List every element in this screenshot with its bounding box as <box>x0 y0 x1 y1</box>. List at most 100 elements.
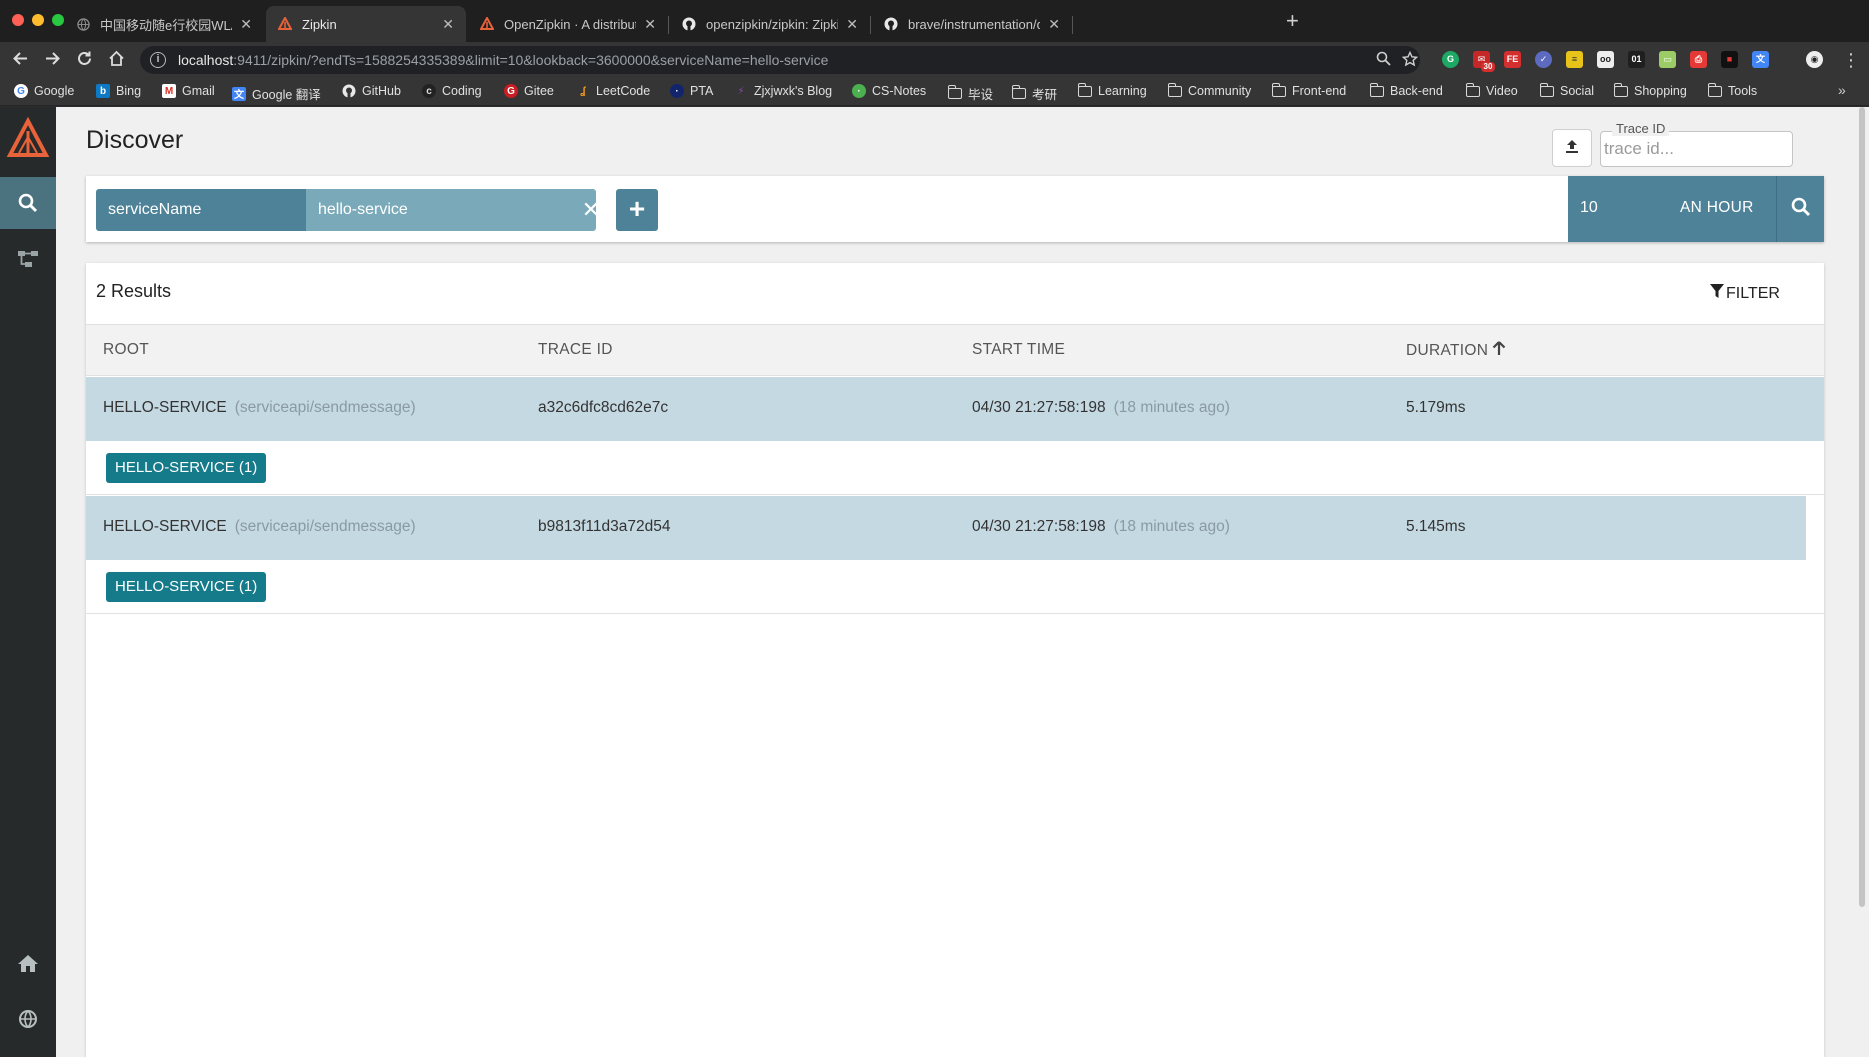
print-extension-icon[interactable]: ⎙ <box>1690 51 1707 68</box>
bookmark-star-icon[interactable] <box>1401 50 1419 71</box>
bookmark-bing[interactable]: b Bing <box>96 84 141 98</box>
bookmark-label: LeetCode <box>596 84 651 98</box>
bookmark-pta[interactable]: · PTA <box>670 84 713 98</box>
limit-lookback-selector[interactable]: 10 AN HOUR <box>1568 176 1776 242</box>
tab-close-icon[interactable]: ✕ <box>644 16 656 33</box>
add-criteria-button[interactable]: + <box>616 189 658 231</box>
criteria-key-chip[interactable]: serviceName <box>96 189 306 231</box>
trace-id-input[interactable] <box>1602 134 1790 164</box>
close-icon[interactable]: ✕ <box>576 189 606 231</box>
cube-extension-icon[interactable]: ■ <box>1721 51 1738 68</box>
oo-extension-icon[interactable]: oo <box>1597 51 1614 68</box>
site-info-icon[interactable]: i <box>150 52 166 68</box>
column-header-root[interactable]: ROOT <box>103 341 149 359</box>
bookmark-cs-notes[interactable]: · CS-Notes <box>852 84 926 98</box>
sidebar-item-discover[interactable] <box>0 177 56 229</box>
zoom-icon[interactable] <box>1376 51 1391 70</box>
translate-extension-icon[interactable]: 文 <box>1752 51 1769 68</box>
zipkin-logo[interactable] <box>6 116 50 161</box>
filter-button[interactable]: FILTER <box>1710 283 1780 304</box>
trace-row[interactable]: HELLO-SERVICE (serviceapi/sendmessage) b9… <box>86 496 1806 560</box>
home-icon[interactable] <box>108 50 125 70</box>
bookmark-gitee[interactable]: G Gitee <box>504 84 554 98</box>
start-time-relative: (18 minutes ago) <box>1113 518 1230 535</box>
browser-tab[interactable]: brave/instrumentation/dubbo-r ✕ <box>872 6 1072 42</box>
criteria-value-chip[interactable]: hello-service <box>306 189 596 231</box>
upload-json-button[interactable] <box>1552 129 1592 167</box>
browser-menu-icon[interactable]: ⋮ <box>1842 50 1860 71</box>
bookmark-folder[interactable]: Shopping <box>1613 82 1687 98</box>
bookmark-coding[interactable]: c Coding <box>422 84 482 98</box>
fe-extension-icon[interactable]: FE <box>1504 51 1521 68</box>
browser-toolbar: i localhost:9411/zipkin/?endTs=158825433… <box>0 42 1869 78</box>
tab-close-icon[interactable]: ✕ <box>240 16 252 33</box>
bookmark-blog[interactable]: ⚡ Zjxjwxk's Blog <box>734 84 832 98</box>
sidebar-item-language[interactable] <box>0 993 56 1045</box>
scrollbar-thumb[interactable] <box>1859 107 1865 907</box>
maximize-window-button[interactable] <box>52 14 64 26</box>
bookmark-folder[interactable]: 毕设 <box>947 84 993 103</box>
address-bar[interactable]: i localhost:9411/zipkin/?endTs=158825433… <box>140 46 1420 74</box>
bookmark-folder[interactable]: Front-end <box>1271 82 1346 98</box>
lookback-value[interactable]: AN HOUR <box>1680 199 1754 217</box>
profile-avatar-icon[interactable]: ◉ <box>1806 51 1823 68</box>
start-time-cell: 04/30 21:27:58:198 (18 minutes ago) <box>972 399 1230 417</box>
notes-extension-icon[interactable]: ≡ <box>1566 51 1583 68</box>
bookmark-github[interactable]: GitHub <box>342 84 401 98</box>
column-header-trace-id[interactable]: TRACE ID <box>538 341 613 359</box>
service-badge[interactable]: HELLO-SERVICE (1) <box>106 453 267 483</box>
tab-close-icon[interactable]: ✕ <box>1048 16 1060 33</box>
binary-extension-icon[interactable]: 01 <box>1628 51 1645 68</box>
service-badge[interactable]: HELLO-SERVICE (1) <box>106 572 267 602</box>
gitee-icon: G <box>504 84 518 98</box>
run-search-button[interactable] <box>1776 176 1824 242</box>
folder-icon <box>1613 82 1628 97</box>
bookmark-folder[interactable]: Social <box>1539 82 1594 98</box>
check-extension-icon[interactable]: ✓ <box>1535 51 1552 68</box>
globe-icon <box>76 17 90 31</box>
close-window-button[interactable] <box>12 14 24 26</box>
new-tab-button[interactable]: + <box>1286 10 1299 32</box>
tab-close-icon[interactable]: ✕ <box>846 16 858 33</box>
browser-tab[interactable]: 中国移动随e行校园WLAN业务 ✕ <box>64 6 264 42</box>
bookmark-google-translate[interactable]: 文 Google 翻译 <box>232 84 321 103</box>
bookmark-leetcode[interactable]: ʆ LeetCode <box>576 84 650 98</box>
trace-id-cell: b9813f11d3a72d54 <box>538 518 671 535</box>
bookmark-folder[interactable]: 考研 <box>1011 84 1057 103</box>
github-icon <box>682 17 696 31</box>
trace-id-cell: a32c6dfc8cd62e7c <box>538 399 669 416</box>
sidebar-item-home[interactable] <box>0 937 56 989</box>
bookmark-folder[interactable]: Back-end <box>1369 82 1443 98</box>
browser-tab-active[interactable]: Zipkin ✕ <box>266 6 466 42</box>
back-arrow-icon[interactable] <box>12 50 29 70</box>
sidebar-item-dependencies[interactable] <box>0 233 56 285</box>
column-header-duration[interactable]: DURATION <box>1406 341 1506 361</box>
bookmark-folder[interactable]: Learning <box>1077 82 1147 98</box>
bookmark-gmail[interactable]: M Gmail <box>162 84 215 98</box>
grammarly-extension-icon[interactable]: G <box>1442 51 1459 68</box>
sort-arrow-up-icon <box>1492 341 1506 361</box>
minimize-window-button[interactable] <box>32 14 44 26</box>
trace-row[interactable]: HELLO-SERVICE (serviceapi/sendmessage) a3… <box>86 377 1824 441</box>
bookmark-folder[interactable]: Tools <box>1707 82 1757 98</box>
folder-icon <box>1465 82 1480 97</box>
reload-icon[interactable] <box>76 50 93 70</box>
search-panel: serviceName hello-service ✕ + 10 AN HOUR <box>86 176 1824 242</box>
tab-title: openzipkin/zipkin: Zipkin is a d <box>706 16 838 32</box>
browser-tab[interactable]: OpenZipkin · A distributed trac ✕ <box>468 6 668 42</box>
bookmark-folder[interactable]: Community <box>1167 82 1251 98</box>
chat-extension-icon[interactable]: ▭ <box>1659 51 1676 68</box>
browser-tab[interactable]: openzipkin/zipkin: Zipkin is a d ✕ <box>670 6 870 42</box>
bookmarks-overflow-button[interactable]: » <box>1838 82 1846 98</box>
gmail-icon: M <box>162 84 176 98</box>
bookmark-google[interactable]: G Google <box>14 84 74 98</box>
forward-arrow-icon[interactable] <box>44 50 61 70</box>
bookmark-label: Gitee <box>524 84 554 98</box>
limit-value[interactable]: 10 <box>1580 199 1598 217</box>
tab-close-icon[interactable]: ✕ <box>442 16 454 33</box>
bookmark-folder[interactable]: Video <box>1465 82 1518 98</box>
page-scrollbar[interactable] <box>1857 107 1867 907</box>
filter-icon <box>1710 283 1724 304</box>
column-header-start-time[interactable]: START TIME <box>972 341 1065 359</box>
tab-title: 中国移动随e行校园WLAN业务 <box>100 17 232 33</box>
